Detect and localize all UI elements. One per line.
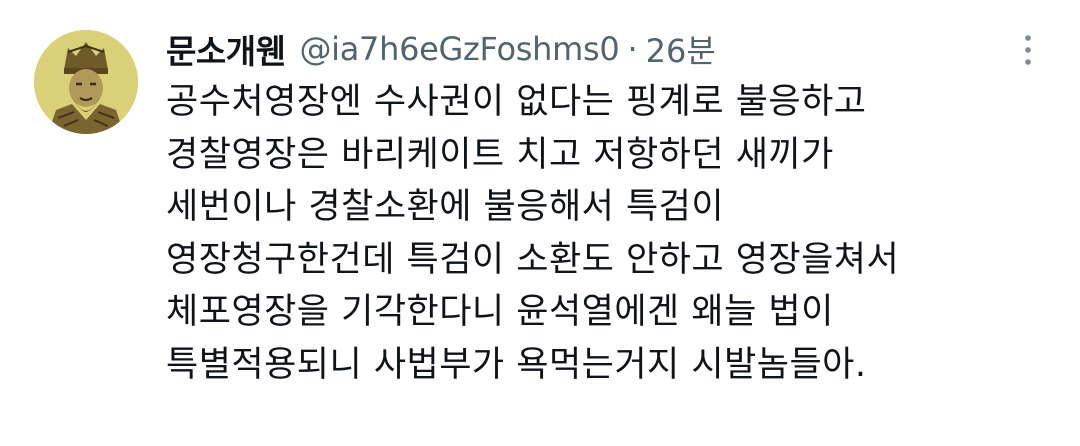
more-vertical-icon — [1025, 35, 1031, 65]
avatar[interactable] — [34, 30, 138, 134]
tweet-header: 문소개웬 @ia7h6eGzFoshms0 · 26분 — [166, 26, 716, 72]
tweet-text: 공수처영장엔 수사권이 없다는 핑계로 불응하고 경찰영장은 바리케이트 치고 … — [166, 76, 1056, 391]
timestamp[interactable]: 26분 — [646, 26, 716, 72]
display-name[interactable]: 문소개웬 — [166, 25, 286, 73]
tweet-text-line: 공수처영장엔 수사권이 없다는 핑계로 불응하고 — [166, 82, 867, 122]
warrior-portrait-icon — [34, 30, 138, 134]
tweet-text-line: 영장청구한건데 특검이 소환도 안하고 영장을쳐서 — [166, 239, 900, 280]
tweet-text-line: 특별적용되니 사법부가 욕먹는거지 시발놈들아. — [166, 344, 867, 385]
more-options-button[interactable] — [1008, 30, 1048, 70]
tweet-text-line: 경찰영장은 바리케이트 치고 저항하던 새끼가 — [166, 134, 834, 175]
tweet-text-line: 체포영장을 기각한다니 윤석열에겐 왜늘 법이 — [166, 292, 834, 332]
tweet-card[interactable]: 문소개웬 @ia7h6eGzFoshms0 · 26분 공수처영장엔 수사권이 … — [0, 0, 1080, 446]
user-handle[interactable]: @ia7h6eGzFoshms0 — [299, 30, 619, 68]
separator-dot: · — [627, 30, 638, 68]
tweet-text-line: 세번이나 경찰소환에 불응해서 특검이 — [166, 187, 725, 227]
